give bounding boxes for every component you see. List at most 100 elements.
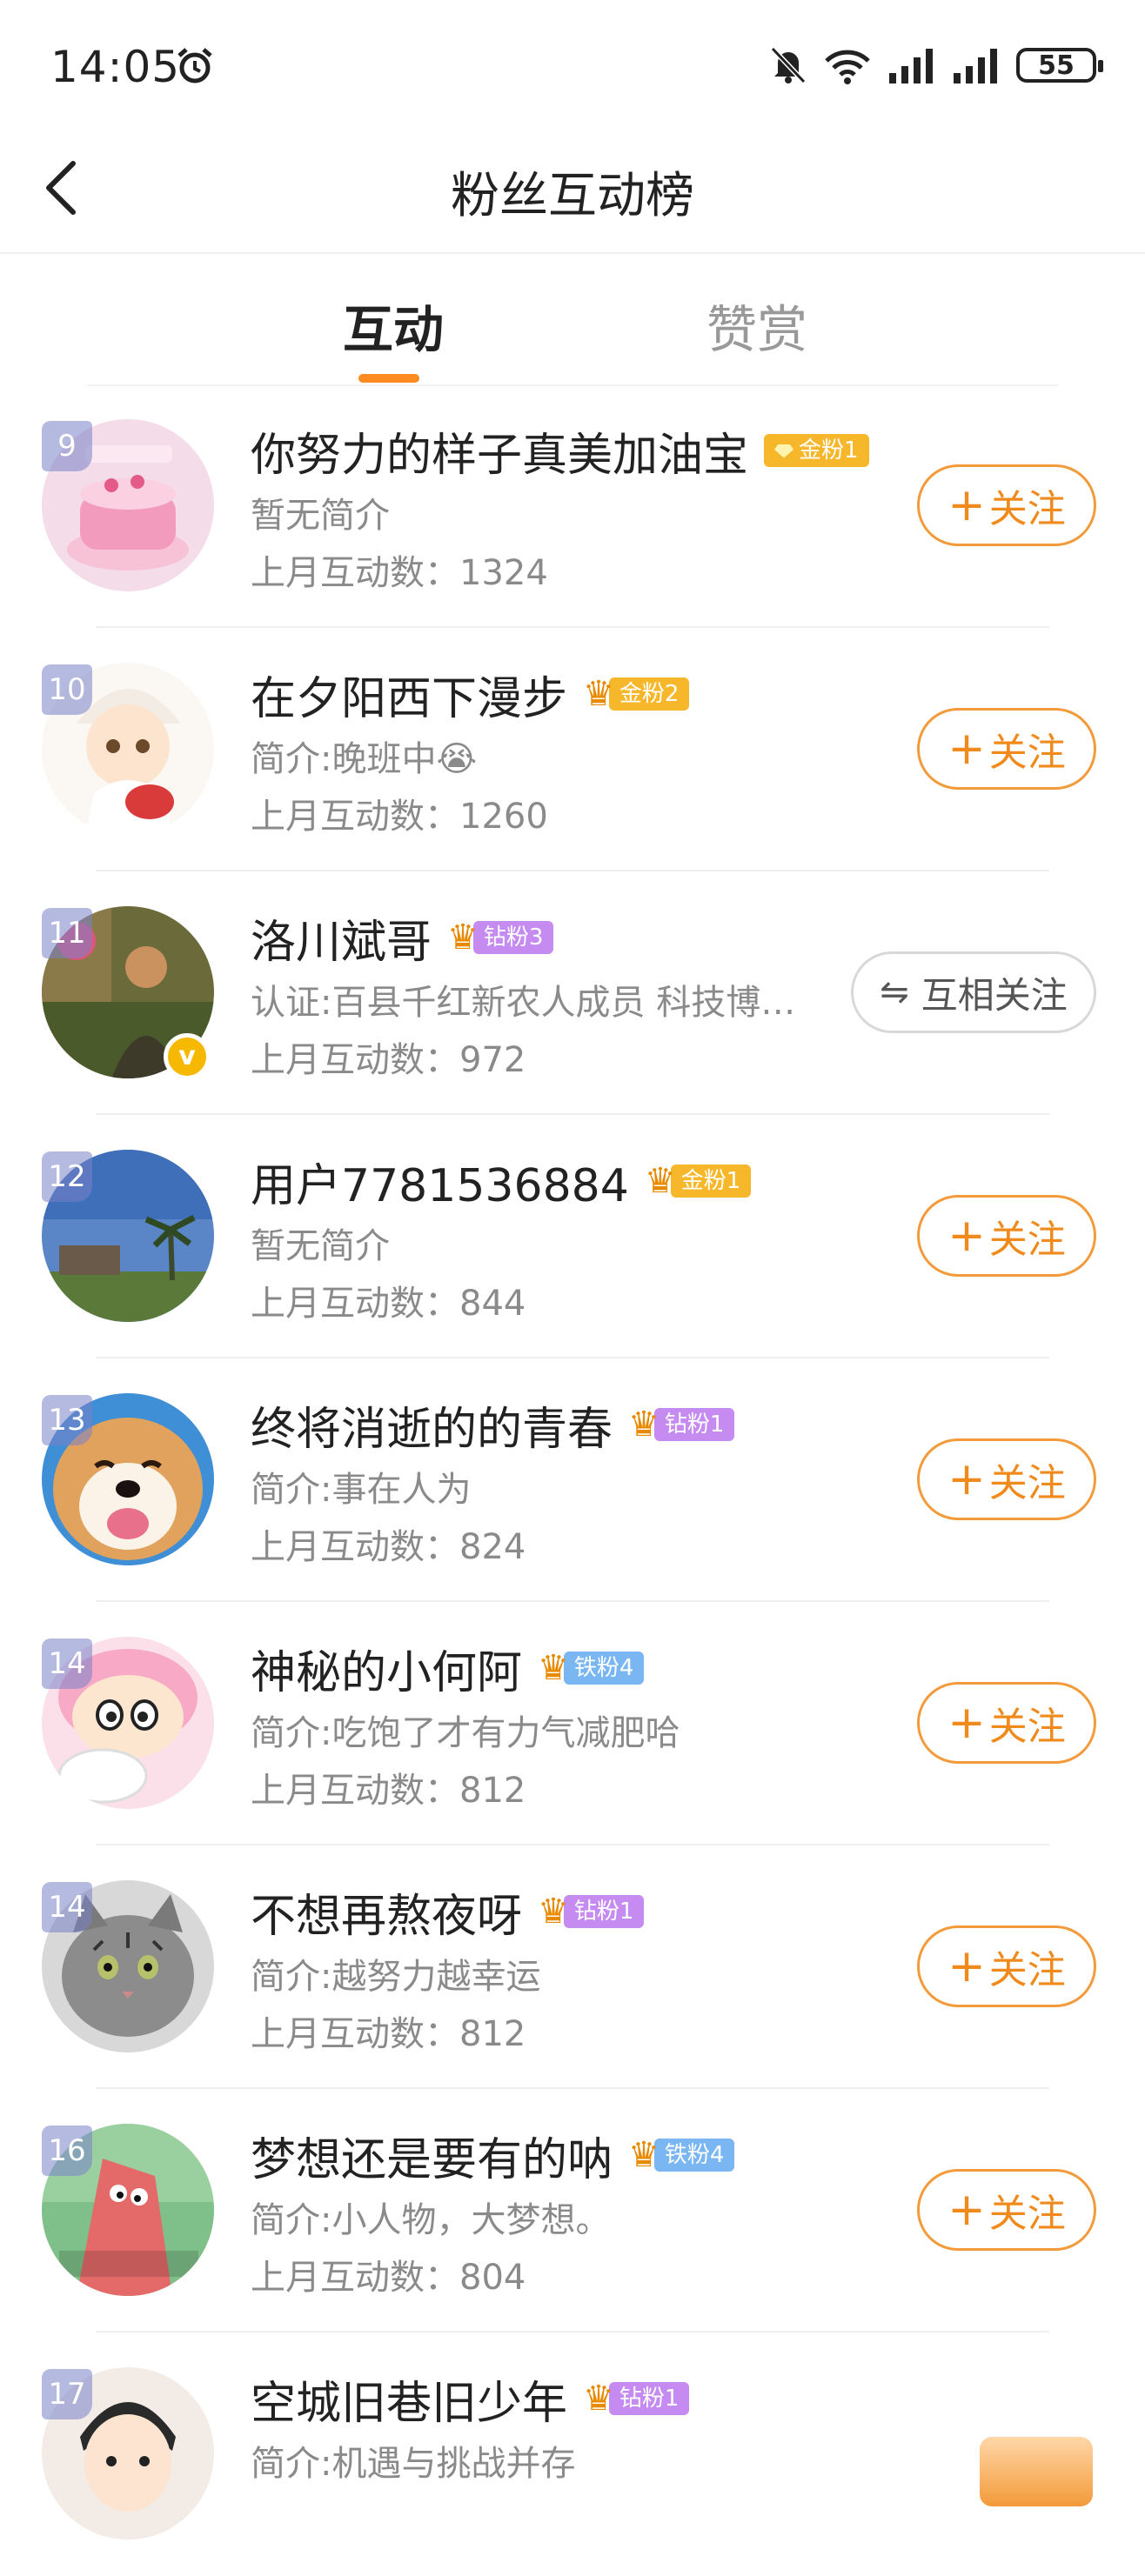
fan-level-badge: ♛ 钻粉1: [628, 1405, 735, 1445]
plus-icon: +: [947, 723, 986, 775]
crown-icon: ♛: [447, 918, 479, 958]
fan-list: 9 你努力的样子真美加油宝 金粉1 暂无简介 上月互动数：1324 + 关注 10: [0, 384, 1145, 2576]
interaction-count: 上月互动数：844: [251, 1284, 526, 1324]
signal-icon: [889, 49, 933, 83]
follow-button[interactable]: + 关注: [917, 1195, 1096, 1277]
fan-level-badge: 金粉1: [764, 433, 869, 468]
fan-level-badge: ♛ 钻粉1: [583, 2379, 690, 2419]
rank-badge: 11: [42, 908, 92, 958]
fan-level-badge: ♛ 金粉1: [644, 1161, 752, 1201]
interaction-count: 上月互动数：804: [251, 2258, 526, 2298]
fan-name[interactable]: 空城旧巷旧少年: [251, 2366, 567, 2432]
fan-bio: 简介:越努力越幸运: [251, 1957, 541, 1997]
rank-badge: 10: [42, 664, 92, 715]
fan-name-line: 终将消逝的的青春 ♛ 钻粉1: [251, 1392, 735, 1458]
active-tab-indicator: [358, 374, 419, 383]
rank-badge: 17: [42, 2369, 92, 2419]
follow-button[interactable]: [980, 2437, 1093, 2506]
battery-level: 55: [1038, 50, 1075, 81]
status-icons: 55: [769, 43, 1103, 87]
fan-name[interactable]: 在夕阳西下漫步: [251, 662, 567, 727]
list-item[interactable]: 14 不想再熬夜呀 ♛ 钻粉1 简介:越努力越幸运 上月互动数：812 + 关注: [0, 1845, 1145, 2089]
plus-icon: +: [947, 1453, 986, 1505]
fan-bio: 简介:吃饱了才有力气减肥哈: [251, 1713, 680, 1753]
plus-icon: +: [947, 1210, 986, 1262]
fan-name-line: 你努力的样子真美加油宝 金粉1: [251, 419, 869, 482]
list-item[interactable]: 11 v 洛川斌哥 ♛ 钻粉3 认证:百县千红新农人成员 科技博… 上月互动数：…: [0, 871, 1145, 1115]
interaction-count: 上月互动数：812: [251, 2014, 526, 2054]
rank-badge: 9: [42, 421, 92, 471]
fan-level-badge: ♛ 铁粉4: [628, 2135, 735, 2175]
crown-icon: ♛: [583, 674, 614, 714]
crown-icon: ♛: [628, 2135, 660, 2175]
interaction-count: 上月互动数：1324: [251, 553, 548, 593]
fan-bio: 简介:机遇与挑战并存: [251, 2444, 576, 2484]
fan-bio: 暂无简介: [251, 496, 390, 536]
follow-button[interactable]: + 关注: [917, 1682, 1096, 1764]
interaction-count: 上月互动数：972: [251, 1040, 526, 1080]
fan-name[interactable]: 终将消逝的的青春: [251, 1392, 613, 1458]
fan-level-badge: ♛ 钻粉3: [447, 918, 554, 958]
plus-icon: +: [947, 2184, 986, 2236]
battery-icon: 55: [1016, 48, 1103, 83]
verified-badge-icon: v: [164, 1033, 211, 1080]
fan-name-line: 用户7781536884 ♛ 金粉1: [251, 1149, 752, 1214]
fan-bio: 认证:百县千红新农人成员 科技博…: [251, 983, 796, 1023]
fan-name[interactable]: 你努力的样子真美加油宝: [251, 418, 748, 484]
fan-bio: 简介:小人物，大梦想。: [251, 2200, 611, 2240]
plus-icon: +: [947, 479, 986, 531]
follow-button[interactable]: + 关注: [917, 2169, 1096, 2251]
fan-name[interactable]: 神秘的小何阿: [251, 1636, 522, 1701]
status-time: 14:05: [50, 42, 181, 92]
fan-bio: 简介:事在人为: [251, 1470, 472, 1510]
list-item[interactable]: 12 用户7781536884 ♛ 金粉1 暂无简介 上月互动数：844 + 关注: [0, 1115, 1145, 1358]
follow-button[interactable]: + 关注: [917, 708, 1096, 790]
follow-button[interactable]: + 关注: [917, 464, 1096, 546]
crown-icon: ♛: [538, 1648, 569, 1688]
fan-name-line: 洛川斌哥 ♛ 钻粉3: [251, 905, 554, 971]
nav-bar: 粉丝互动榜: [0, 122, 1145, 254]
rank-badge: 16: [42, 2126, 92, 2176]
fan-level-badge: ♛ 金粉2: [583, 674, 690, 714]
swap-icon: ⇋: [880, 972, 909, 1012]
crown-icon: ♛: [644, 1161, 676, 1201]
list-item[interactable]: 17 空城旧巷旧少年 ♛ 钻粉1 简介:机遇与挑战并存: [0, 2332, 1145, 2576]
fan-bio: 暂无简介: [251, 1226, 390, 1266]
interaction-count: 上月互动数：812: [251, 1771, 526, 1811]
rank-badge: 13: [42, 1395, 92, 1445]
follow-button[interactable]: + 关注: [917, 1438, 1096, 1520]
fan-name-line: 梦想还是要有的呐 ♛ 铁粉4: [251, 2123, 735, 2188]
list-item[interactable]: 14 神秘的小何阿 ♛ 铁粉4 简介:吃饱了才有力气减肥哈 上月互动数：812 …: [0, 1602, 1145, 1845]
follow-button[interactable]: + 关注: [917, 1925, 1096, 2007]
gem-icon: [774, 444, 794, 458]
tab-bar: 互动 赞赏: [0, 252, 1145, 386]
mutual-follow-button[interactable]: ⇋ 互相关注: [851, 951, 1096, 1033]
plus-icon: +: [947, 1697, 986, 1749]
crown-icon: ♛: [538, 1892, 569, 1932]
mute-icon: [770, 46, 807, 84]
fan-name-line: 神秘的小何阿 ♛ 铁粉4: [251, 1636, 645, 1701]
rank-badge: 14: [42, 1638, 92, 1689]
list-item[interactable]: 10 在夕阳西下漫步 ♛ 金粉2 简介:晚班中😭 上月互动数：1260 + 关注: [0, 628, 1145, 871]
list-item[interactable]: 9 你努力的样子真美加油宝 金粉1 暂无简介 上月互动数：1324 + 关注: [0, 384, 1145, 628]
tab-interaction[interactable]: 互动: [343, 289, 444, 362]
fan-name[interactable]: 梦想还是要有的呐: [251, 2123, 613, 2188]
interaction-count: 上月互动数：1260: [251, 797, 548, 837]
fan-level-badge: ♛ 铁粉4: [538, 1648, 645, 1688]
wifi-icon: [825, 50, 870, 84]
list-item[interactable]: 16 梦想还是要有的呐 ♛ 铁粉4 简介:小人物，大梦想。 上月互动数：804 …: [0, 2089, 1145, 2332]
tab-appreciation[interactable]: 赞赏: [706, 289, 807, 362]
fan-name[interactable]: 不想再熬夜呀: [251, 1879, 522, 1945]
fan-name[interactable]: 洛川斌哥: [251, 905, 432, 971]
fan-name-line: 不想再熬夜呀 ♛ 钻粉1: [251, 1879, 645, 1945]
plus-icon: +: [947, 1940, 986, 1992]
fan-name[interactable]: 用户7781536884: [251, 1149, 629, 1214]
rank-badge: 12: [42, 1151, 92, 1202]
crown-icon: ♛: [628, 1405, 660, 1445]
status-bar: 14:05 55: [0, 0, 1145, 122]
list-item[interactable]: 13 终将消逝的的青春 ♛ 钻粉1 简介:事在人为 上月互动数：824 + 关注: [0, 1358, 1145, 1602]
page-title: 粉丝互动榜: [451, 168, 694, 224]
fan-name-line: 在夕阳西下漫步 ♛ 金粉2: [251, 662, 690, 727]
fan-bio: 简介:晚班中😭: [251, 739, 478, 779]
interaction-count: 上月互动数：824: [251, 1527, 526, 1567]
